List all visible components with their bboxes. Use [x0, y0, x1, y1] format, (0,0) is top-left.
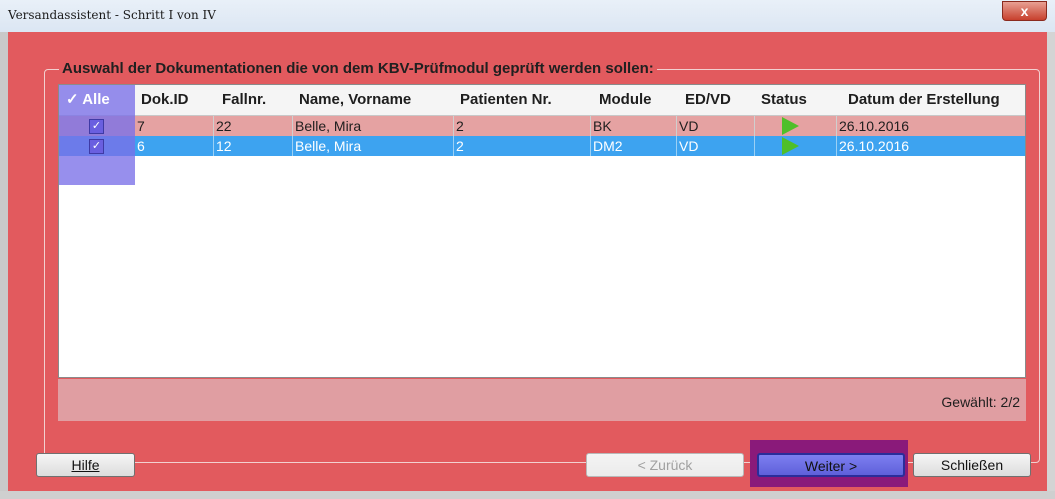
window-border-right [1047, 32, 1055, 499]
table-row[interactable]: 7 22 Belle, Mira 2 BK VD 26.10.2016 [59, 116, 1025, 136]
window-border-left [0, 32, 8, 499]
header-dok-id[interactable]: Dok.ID [141, 85, 189, 115]
cell-dok-id: 6 [137, 138, 145, 154]
select-all-checkbox[interactable]: ✓ Alle [66, 85, 110, 115]
cell-patienten-nr: 2 [453, 136, 590, 156]
cell-patienten-nr: 2 [453, 116, 590, 136]
help-button[interactable]: Hilfe [36, 453, 135, 477]
header-fallnr[interactable]: Fallnr. [222, 85, 266, 115]
cell-status [754, 136, 836, 156]
cell-status [754, 116, 836, 136]
title-bar: Versandassistent - Schritt I von IV x [0, 0, 1055, 33]
grid-header: Dok.ID Fallnr. Name, Vorname Patienten N… [59, 85, 1025, 116]
cell-fallnr: 12 [213, 136, 292, 156]
cell-dok-id: 7 [137, 118, 145, 134]
header-patienten-nr[interactable]: Patienten Nr. [460, 85, 552, 115]
cell-module: DM2 [590, 136, 676, 156]
back-button[interactable]: < Zurück [586, 453, 744, 477]
window-title: Versandassistent - Schritt I von IV [8, 8, 216, 22]
header-module[interactable]: Module [599, 85, 652, 115]
close-window-button[interactable]: x [1002, 1, 1047, 21]
groupbox-title: Auswahl der Dokumentationen die von dem … [59, 60, 657, 77]
window-border-bottom [0, 491, 1055, 499]
selection-column: ✓ Alle ✓ ✓ [59, 85, 135, 185]
header-ed-vd[interactable]: ED/VD [685, 85, 731, 115]
row-checkbox[interactable]: ✓ [89, 119, 104, 134]
cell-ed-vd: VD [676, 136, 754, 156]
grid-footer: Gewählt: 2/2 [58, 379, 1026, 421]
header-name[interactable]: Name, Vorname [299, 85, 411, 115]
header-datum[interactable]: Datum der Erstellung [848, 85, 1000, 115]
play-icon [782, 117, 799, 135]
close-button[interactable]: Schließen [913, 453, 1031, 477]
play-icon [782, 137, 799, 155]
table-row-selected[interactable]: 6 12 Belle, Mira 2 DM2 VD 26.10.2016 [59, 136, 1025, 156]
selected-count: Gewählt: 2/2 [941, 394, 1020, 410]
cell-datum: 26.10.2016 [836, 136, 1025, 156]
cell-name: Belle, Mira [292, 136, 453, 156]
cell-name: Belle, Mira [292, 116, 453, 136]
cell-ed-vd: VD [676, 116, 754, 136]
dialog-client-area: Auswahl der Dokumentationen die von dem … [8, 32, 1047, 491]
cell-module: BK [590, 116, 676, 136]
documentation-groupbox: Auswahl der Dokumentationen die von dem … [44, 60, 1040, 463]
cell-datum: 26.10.2016 [836, 116, 1025, 136]
select-all-label: Alle [82, 91, 110, 108]
row-checkbox[interactable]: ✓ [89, 139, 104, 154]
documentation-grid[interactable]: Dok.ID Fallnr. Name, Vorname Patienten N… [58, 84, 1026, 378]
cell-fallnr: 22 [213, 116, 292, 136]
header-status[interactable]: Status [761, 85, 807, 115]
next-button[interactable]: Weiter > [757, 453, 905, 477]
